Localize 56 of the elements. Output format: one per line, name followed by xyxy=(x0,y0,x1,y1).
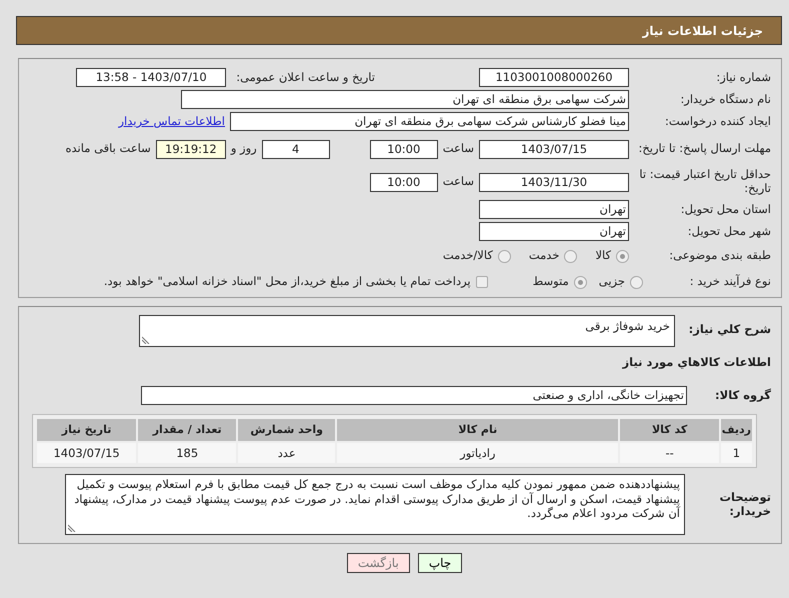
table-cell: 185 xyxy=(138,443,236,464)
input-field[interactable]: 19:19:12 xyxy=(156,140,226,158)
column-header: نام کالا xyxy=(337,419,618,442)
field-label: شهر محل تحویل: xyxy=(686,224,771,238)
checkbox-label: پرداخت تمام یا بخشی از مبلغ خرید،از محل "اسناد خزانه اسلامی" خواهد بود. xyxy=(104,273,471,290)
text-value: پیشنهاددهنده ضمن ممهور نمودن کلیه مدارک موظف است نسبت به درج جمع کل قیمت مطابق با فرم استعلام پیوست و تکمیل پیشنهاد قیمت، اسکن و ارسال آن از طریق مدارک پیوستی اقدام نماید. در صورت عدم پیوست پیشنهاد قیمت در مدارک، پیشنهاد آن شرکت مردود اعلام می‌گردد. xyxy=(74,477,680,520)
input-field[interactable]: تجهیزات خانگی، اداری و صنعتی xyxy=(141,386,687,406)
input-field[interactable]: تهران xyxy=(479,222,629,241)
table-cell: 1403/07/15 xyxy=(37,443,136,464)
input-field[interactable]: شرکت سهامی برق منطقه ای تهران xyxy=(181,90,629,109)
table-cell: رادیاتور xyxy=(337,443,618,464)
section-heading: اطلاعات کالاهاي مورد نياز xyxy=(622,354,771,371)
text-area[interactable]: خرید شوفاژ برقی xyxy=(139,315,675,347)
field-label: ساعت xyxy=(442,173,474,190)
option-label: کالا xyxy=(595,247,611,264)
input-field[interactable]: 10:00 xyxy=(370,140,438,158)
column-header: کد کالا xyxy=(620,419,719,442)
column-header: تعداد / مقدار xyxy=(138,419,236,442)
field-label: ساعت xyxy=(442,140,474,158)
field-label: استان محل تحویل: xyxy=(680,202,771,216)
field-label: ایجاد کننده درخواست: xyxy=(664,114,771,128)
field-label: روز و xyxy=(230,140,257,158)
field-label: نوع فرآیند خرید : xyxy=(688,275,771,289)
input-field[interactable]: 1403/11/30 xyxy=(479,172,629,192)
text-value: خرید شوفاژ برقی xyxy=(585,319,670,333)
field-label: مهلت ارسال پاسخ: تا تاریخ: xyxy=(637,142,771,156)
field-label: شرح کلي نياز: xyxy=(688,323,771,337)
field-label: شماره نیاز: xyxy=(715,70,771,84)
option-label: متوسط xyxy=(532,273,569,290)
column-header: واحد شمارش xyxy=(238,419,336,442)
field-label: تاریخ و ساعت اعلان عمومی: xyxy=(236,68,375,86)
input-field[interactable]: 4 xyxy=(262,140,330,158)
input-field[interactable]: تهران xyxy=(479,200,629,219)
field-label: طبقه بندی موضوعی: xyxy=(668,249,771,263)
field-label: توضیحات خریدار: xyxy=(718,490,771,519)
input-field[interactable]: 1403/07/15 xyxy=(479,140,629,158)
input-field[interactable]: 1403/07/10 - 13:58 xyxy=(76,68,226,87)
input-field[interactable]: 1103001008000260 xyxy=(479,68,629,87)
page-title: جزئیات اطلاعات نیاز xyxy=(642,22,763,40)
option-label: کالا/خدمت xyxy=(442,247,493,264)
field-label: گروه کالا: xyxy=(714,388,771,403)
table-cell: -- xyxy=(620,443,719,464)
contact-link[interactable]: اطلاعات تماس خریدار xyxy=(118,112,225,130)
column-header: تاریخ نیاز xyxy=(37,419,136,442)
table-cell: عدد xyxy=(238,443,336,464)
print-button[interactable]: چاپ xyxy=(418,553,462,573)
option-label: خدمت xyxy=(528,247,560,264)
column-header: ردیف xyxy=(720,419,752,442)
field-label: نام دستگاه خریدار: xyxy=(679,92,771,106)
table-cell: 1 xyxy=(720,443,752,464)
input-field[interactable]: 10:00 xyxy=(370,172,438,192)
back-button[interactable]: بازگشت xyxy=(346,553,410,573)
field-label: حداقل تاریخ اعتبار قیمت: تا تاریخ: xyxy=(638,168,771,196)
input-field[interactable]: مینا فضلو کارشناس شرکت سهامی برق منطقه ای تهران xyxy=(230,112,629,131)
option-label: جزیی xyxy=(598,273,625,290)
field-label: ساعت باقی مانده xyxy=(66,140,151,158)
